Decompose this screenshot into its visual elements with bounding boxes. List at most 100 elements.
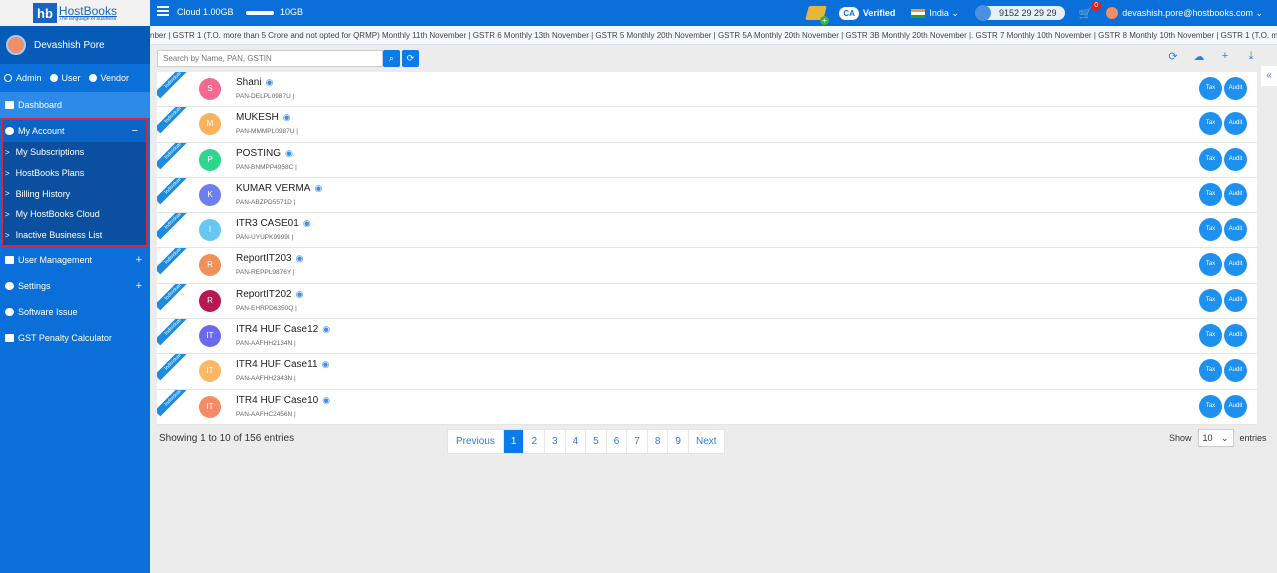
gear-icon — [5, 282, 14, 291]
download-icon[interactable]: ⤓ — [1238, 50, 1264, 63]
audit-button[interactable]: Audit — [1224, 147, 1247, 171]
eye-icon[interactable]: ◉ — [296, 253, 304, 263]
audit-button[interactable]: Audit — [1224, 112, 1247, 136]
support-phone[interactable]: 9152 29 29 29 — [974, 5, 1065, 21]
add-ticket-icon[interactable] — [805, 6, 828, 20]
hostbooks-logo[interactable]: hb HostBooks The language of business — [0, 0, 150, 26]
chevron-right-icon: > — [5, 230, 10, 240]
search-button[interactable]: ⌕ — [383, 50, 400, 67]
audit-button[interactable]: Audit — [1224, 359, 1247, 383]
client-row[interactable]: Individual IT ITR4 HUF Case10 ◉ PAN-AAFHC… — [157, 389, 1257, 425]
sidebar-item-software-issue[interactable]: Software Issue — [0, 299, 150, 325]
sidebar-item-hostbooks-plans[interactable]: > HostBooks Plans — [3, 163, 146, 184]
search-input[interactable] — [157, 50, 383, 67]
tax-button[interactable]: Tax — [1199, 253, 1222, 277]
user-menu-dropdown[interactable]: devashish.pore@hostbooks.com ⌄ — [1122, 8, 1263, 19]
collapse-icon[interactable]: − — [132, 125, 138, 137]
eye-icon[interactable]: ◉ — [314, 183, 322, 193]
tax-button[interactable]: Tax — [1199, 77, 1222, 100]
role-admin-radio[interactable]: Admin — [4, 73, 42, 83]
page-button[interactable]: 2 — [523, 430, 544, 453]
sidebar-item-my-hostbooks-cloud[interactable]: > My HostBooks Cloud — [3, 204, 146, 225]
client-name-text: Shani — [236, 77, 262, 88]
eye-icon[interactable]: ◉ — [322, 395, 330, 405]
eye-icon[interactable]: ◉ — [303, 218, 311, 228]
sync-icon[interactable]: ⟳ — [1160, 50, 1186, 63]
client-row[interactable]: Individual R ReportIT203 ◉ PAN-REPPL9876Y… — [157, 248, 1257, 284]
sidebar-item-my-subscriptions[interactable]: > My Subscriptions — [3, 142, 146, 163]
client-row[interactable]: Individual R ReportIT202 ◉ PAN-EHRPD6350Q… — [157, 283, 1257, 320]
eye-icon[interactable]: ◉ — [322, 324, 330, 334]
tax-button[interactable]: Tax — [1199, 288, 1222, 312]
sidebar-item-gst-penalty-calculator[interactable]: GST Penalty Calculator — [0, 325, 150, 351]
eye-icon[interactable]: ◉ — [296, 289, 304, 299]
audit-button[interactable]: Audit — [1224, 218, 1247, 242]
tax-button[interactable]: Tax — [1199, 394, 1222, 418]
info-icon — [5, 308, 14, 317]
eye-icon[interactable]: ◉ — [285, 148, 293, 158]
client-avatar: I — [199, 219, 221, 242]
client-name[interactable]: POSTING ◉ — [236, 148, 293, 159]
audit-button[interactable]: Audit — [1224, 394, 1247, 418]
eye-icon[interactable]: ◉ — [283, 112, 291, 122]
previous-page-button[interactable]: Previous — [448, 430, 503, 453]
country-dropdown[interactable]: India ⌄ — [929, 8, 959, 19]
cart-icon[interactable]: 🛒 0 — [1079, 0, 1102, 20]
client-row[interactable]: Individual S Shani ◉ PAN-DELPL0987U | Tax… — [157, 72, 1257, 108]
page-button[interactable]: 5 — [585, 430, 606, 453]
sidebar-item-dashboard[interactable]: Dashboard — [0, 92, 150, 118]
client-name[interactable]: ITR4 HUF Case12 ◉ — [236, 324, 330, 335]
tax-button[interactable]: Tax — [1199, 182, 1222, 206]
expand-icon[interactable]: + — [136, 254, 142, 266]
client-row[interactable]: Individual M MUKESH ◉ PAN-MMMPL0987U | Ta… — [157, 107, 1257, 143]
page-button[interactable]: 4 — [564, 430, 586, 453]
add-icon[interactable]: + — [1212, 50, 1238, 63]
tax-button[interactable]: Tax — [1199, 218, 1222, 242]
tax-button[interactable]: Tax — [1199, 112, 1222, 136]
page-button[interactable]: 3 — [544, 430, 565, 453]
menu-toggle-icon[interactable] — [157, 6, 169, 16]
client-name-text: MUKESH — [236, 112, 279, 124]
expand-icon[interactable]: + — [136, 280, 142, 292]
client-name[interactable]: ReportIT203 ◉ — [236, 253, 303, 264]
tax-button[interactable]: Tax — [1199, 324, 1222, 348]
page-button[interactable]: 1 — [502, 430, 524, 453]
client-row[interactable]: Individual K KUMAR VERMA ◉ PAN-ABZPD5571D… — [157, 177, 1257, 214]
page-button[interactable]: 8 — [646, 430, 668, 453]
tax-button[interactable]: Tax — [1199, 359, 1222, 383]
client-row[interactable]: Individual P POSTING ◉ PAN-BNMPP4958C | T… — [157, 142, 1257, 178]
client-row[interactable]: Individual IT ITR4 HUF Case12 ◉ PAN-AAFHH… — [157, 319, 1257, 355]
audit-button[interactable]: Audit — [1224, 253, 1247, 277]
page-size-select[interactable]: 10 ⌄ — [1197, 429, 1234, 447]
collapse-panel-icon[interactable]: « — [1261, 66, 1277, 86]
client-name[interactable]: ITR4 HUF Case11 ◉ — [236, 359, 329, 370]
client-row[interactable]: Individual I ITR3 CASE01 ◉ PAN-UYUPK9999I… — [157, 213, 1257, 249]
audit-button[interactable]: Audit — [1224, 182, 1247, 206]
eye-icon[interactable]: ◉ — [322, 359, 330, 369]
page-button[interactable]: 7 — [626, 430, 647, 453]
client-name[interactable]: KUMAR VERMA ◉ — [236, 183, 322, 194]
role-user-radio[interactable]: User — [49, 73, 81, 83]
tax-button[interactable]: Tax — [1199, 147, 1222, 171]
page-button[interactable]: 9 — [667, 430, 688, 453]
page-button[interactable]: 6 — [605, 430, 627, 453]
sidebar-item-settings[interactable]: Settings + — [0, 273, 150, 299]
sidebar-item-my-account[interactable]: My Account − — [3, 120, 146, 142]
next-page-button[interactable]: Next — [687, 430, 724, 453]
sidebar-item-billing-history[interactable]: > Billing History — [3, 183, 146, 204]
client-name[interactable]: MUKESH ◉ — [236, 112, 291, 123]
client-name[interactable]: ITR3 CASE01 ◉ — [236, 218, 311, 229]
reset-search-button[interactable]: ⟳ — [402, 50, 419, 67]
client-name[interactable]: ITR4 HUF Case10 ◉ — [236, 395, 330, 406]
client-row[interactable]: Individual IT ITR4 HUF Case11 ◉ PAN-AAFHH… — [157, 354, 1257, 390]
client-name[interactable]: Shani ◉ — [236, 77, 273, 88]
eye-icon[interactable]: ◉ — [266, 77, 274, 87]
sidebar-item-inactive-business-list[interactable]: > Inactive Business List — [3, 225, 146, 246]
audit-button[interactable]: Audit — [1224, 77, 1247, 100]
cloud-upload-icon[interactable]: ☁ — [1186, 50, 1212, 63]
role-vendor-radio[interactable]: Vendor — [88, 73, 129, 83]
audit-button[interactable]: Audit — [1224, 288, 1247, 312]
sidebar-item-user-management[interactable]: User Management + — [0, 247, 150, 273]
client-name[interactable]: ReportIT202 ◉ — [236, 289, 303, 300]
audit-button[interactable]: Audit — [1224, 324, 1247, 348]
